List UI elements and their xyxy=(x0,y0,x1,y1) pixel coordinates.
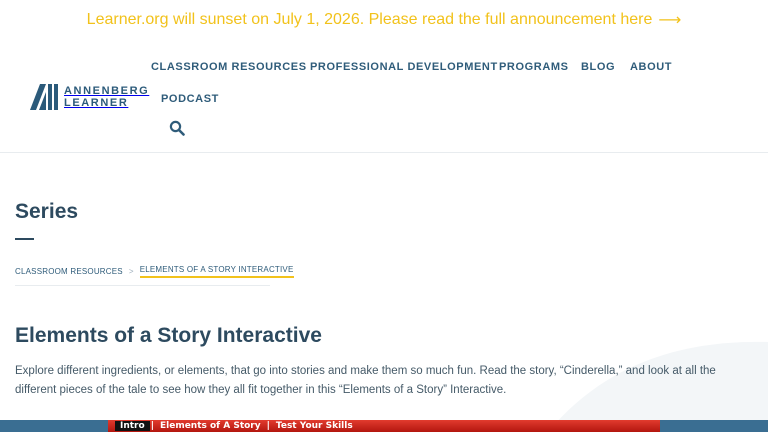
page-description: Explore different ingredients, or elemen… xyxy=(15,365,716,396)
breadcrumb: CLASSROOM RESOURCES > ELEMENTS OF A STOR… xyxy=(15,265,294,278)
interactive-tab-bar: Intro | Elements of A Story | Test Your … xyxy=(108,420,660,432)
breadcrumb-separator: > xyxy=(128,267,134,276)
nav-blog[interactable]: BLOG xyxy=(581,61,615,73)
main-navigation: CLASSROOM RESOURCES PROFESSIONAL DEVELOP… xyxy=(0,0,768,150)
nav-classroom-resources[interactable]: CLASSROOM RESOURCES xyxy=(151,61,307,73)
section-title: Series xyxy=(15,200,79,223)
breadcrumb-divider xyxy=(15,285,270,286)
nav-programs[interactable]: PROGRAMS xyxy=(499,61,569,73)
breadcrumb-current: ELEMENTS OF A STORY INTERACTIVE xyxy=(139,265,294,278)
tab-intro[interactable]: Intro xyxy=(115,421,150,431)
nav-professional-development[interactable]: PROFESSIONAL DEVELOPMENT xyxy=(310,61,498,73)
search-icon[interactable] xyxy=(169,120,185,136)
tab-elements-of-a-story[interactable]: Elements of A Story xyxy=(155,421,266,431)
page-title: Elements of a Story Interactive xyxy=(15,324,322,347)
section-title-underline xyxy=(15,238,34,240)
breadcrumb-classroom-resources[interactable]: CLASSROOM RESOURCES xyxy=(15,267,123,276)
nav-about[interactable]: ABOUT xyxy=(630,61,672,73)
tab-test-your-skills[interactable]: Test Your Skills xyxy=(271,421,358,431)
header-divider xyxy=(0,152,768,153)
nav-podcast[interactable]: PODCAST xyxy=(161,93,219,105)
